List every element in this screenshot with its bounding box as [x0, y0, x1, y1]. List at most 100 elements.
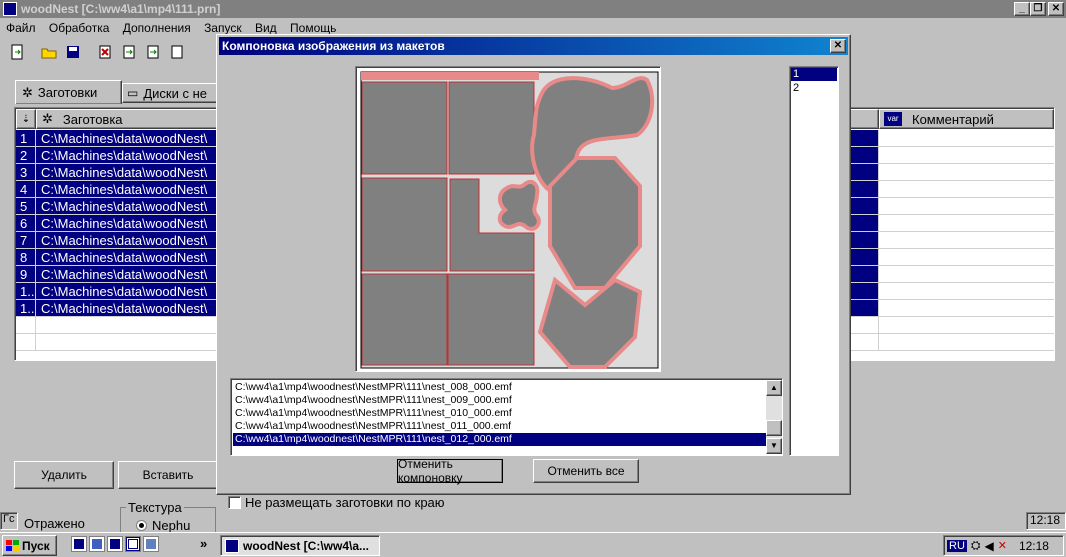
layout-preview — [355, 66, 661, 372]
network-icon[interactable]: ⛭ — [971, 538, 981, 553]
sound-mute-icon[interactable]: ✕ — [998, 539, 1007, 552]
row-comment — [879, 147, 1054, 163]
export-icon[interactable] — [142, 41, 164, 63]
delete-button-label: Удалить — [41, 468, 87, 482]
file-list-scrollbar[interactable]: ▲ ▼ — [766, 380, 782, 454]
close-button[interactable]: ✕ — [1048, 2, 1064, 16]
file-list-rows: C:\ww4\a1\mp4\woodnest\NestMPR\111\nest_… — [233, 381, 766, 446]
row-number: 8 — [16, 249, 36, 265]
row-comment — [879, 249, 1054, 265]
layout-dialog: Компоновка изображения из макетов ✕ 1 2 … — [216, 34, 851, 495]
volume-icon[interactable]: ◀ — [985, 539, 994, 553]
quicklaunch-app4-icon[interactable] — [125, 536, 141, 552]
quicklaunch-app5-icon[interactable] — [143, 536, 159, 552]
quicklaunch-app2-icon[interactable] — [89, 536, 105, 552]
radio-selected-icon[interactable] — [136, 520, 147, 531]
scroll-down-button[interactable]: ▼ — [766, 438, 782, 454]
save-icon[interactable] — [62, 41, 84, 63]
row-number: 3 — [16, 164, 36, 180]
delete-piece-icon[interactable] — [94, 41, 116, 63]
row-number: 9 — [16, 266, 36, 282]
new-file-icon[interactable] — [6, 41, 28, 63]
menu-file[interactable]: Файл — [6, 21, 36, 35]
language-indicator[interactable]: RU — [947, 539, 967, 552]
row-comment — [879, 300, 1054, 316]
grid-header-blank-label: Заготовка — [62, 111, 123, 127]
quicklaunch-more-icon[interactable]: » — [200, 536, 207, 551]
menu-addons[interactable]: Дополнения — [123, 21, 191, 35]
import-icon[interactable] — [118, 41, 140, 63]
app-icon — [3, 2, 17, 16]
file-list-item[interactable]: C:\ww4\a1\mp4\woodnest\NestMPR\111\nest_… — [233, 433, 766, 446]
start-button[interactable]: Пуск — [2, 535, 57, 556]
texture-option[interactable]: Nephu — [136, 518, 190, 533]
tab-blanks-label: Заготовки — [37, 85, 98, 100]
row-comment — [879, 266, 1054, 282]
menu-run[interactable]: Запуск — [204, 21, 242, 35]
minimize-button[interactable]: _ — [1014, 2, 1030, 16]
row-comment — [879, 215, 1054, 231]
menu-help[interactable]: Помощь — [290, 21, 336, 35]
toolbar — [6, 41, 221, 65]
quick-launch — [71, 536, 159, 552]
dialog-close-button[interactable]: ✕ — [830, 39, 846, 53]
grid-header-comment-label: Комментарий — [912, 111, 994, 127]
tab-disks-label: Диски с не — [143, 85, 207, 101]
layout-number-list[interactable]: 12 — [789, 66, 839, 456]
row-comment — [879, 198, 1054, 214]
cancel-all-button[interactable]: Отменить все — [533, 459, 639, 483]
gear-icon: ✲ — [42, 111, 53, 126]
insert-button[interactable]: Вставить — [118, 461, 218, 489]
row-comment — [879, 130, 1054, 146]
variable-icon: var — [884, 112, 902, 126]
tab-blanks[interactable]: ✲ Заготовки — [15, 80, 122, 104]
row-number: 6 — [16, 215, 36, 231]
sort-icon: ⇣ — [21, 113, 31, 125]
left-status-label: Гс — [3, 513, 15, 525]
no-edge-option[interactable]: Не размещать заготовки по краю — [228, 495, 445, 510]
row-number: 2 — [16, 147, 36, 163]
row-comment — [879, 232, 1054, 248]
layout-list-item[interactable]: 1 — [791, 68, 837, 81]
nest-piece — [361, 177, 448, 272]
row-number: 1... — [16, 283, 38, 299]
cancel-layout-button[interactable]: Отменить компоновку — [397, 457, 503, 485]
file-list-item[interactable]: C:\ww4\a1\mp4\woodnest\NestMPR\111\nest_… — [233, 394, 766, 407]
no-edge-checkbox[interactable] — [228, 496, 241, 509]
restore-button[interactable]: ❐ — [1030, 2, 1046, 16]
quicklaunch-app3-icon[interactable] — [107, 536, 123, 552]
windows-logo-icon — [6, 540, 19, 551]
task-button-woodnest[interactable]: woodNest [C:\ww4\a... — [220, 535, 380, 556]
menu-view[interactable]: Вид — [255, 21, 277, 35]
gear-icon: ✲ — [22, 84, 33, 100]
tab-disks[interactable]: ▭ Диски с не — [122, 83, 220, 103]
scroll-up-button[interactable]: ▲ — [766, 380, 782, 396]
reflected-label: Отражено — [24, 516, 85, 531]
taskbar: Пуск » woodNest [C:\ww4\a... RU ⛭ ◀ ✕ 12… — [0, 532, 1066, 557]
delete-button[interactable]: Удалить — [14, 461, 114, 489]
file-list-item[interactable]: C:\ww4\a1\mp4\woodnest\NestMPR\111\nest_… — [233, 420, 766, 433]
dialog-title: Компоновка изображения из макетов — [222, 39, 445, 53]
scroll-thumb[interactable] — [766, 420, 782, 436]
quicklaunch-app1-icon[interactable] — [71, 536, 87, 552]
no-edge-label: Не размещать заготовки по краю — [245, 495, 445, 510]
nest-piece — [497, 179, 541, 231]
close-doc-icon[interactable] — [166, 41, 188, 63]
file-list-item[interactable]: C:\ww4\a1\mp4\woodnest\NestMPR\111\nest_… — [233, 381, 766, 394]
grid-header-comment[interactable]: var Комментарий — [879, 109, 1054, 129]
grid-header-num[interactable]: ⇣ — [16, 109, 36, 129]
menu-processing[interactable]: Обработка — [49, 21, 110, 35]
cancel-layout-label: Отменить компоновку — [398, 457, 463, 485]
row-number: 7 — [16, 232, 36, 248]
open-folder-icon[interactable] — [38, 41, 60, 63]
nesting-layout-image — [360, 71, 659, 369]
start-label: Пуск — [22, 538, 50, 553]
nest-piece — [361, 273, 448, 366]
layout-list-item[interactable]: 2 — [791, 82, 837, 95]
main-window-title: woodNest [C:\ww4\a1\mp4\111.prn] — [21, 2, 221, 16]
row-comment — [879, 283, 1054, 299]
emf-file-list[interactable]: C:\ww4\a1\mp4\woodnest\NestMPR\111\nest_… — [230, 378, 783, 456]
insert-button-label: Вставить — [142, 468, 194, 482]
file-list-item[interactable]: C:\ww4\a1\mp4\woodnest\NestMPR\111\nest_… — [233, 407, 766, 420]
tray-clock: 12:18 — [1018, 538, 1049, 553]
